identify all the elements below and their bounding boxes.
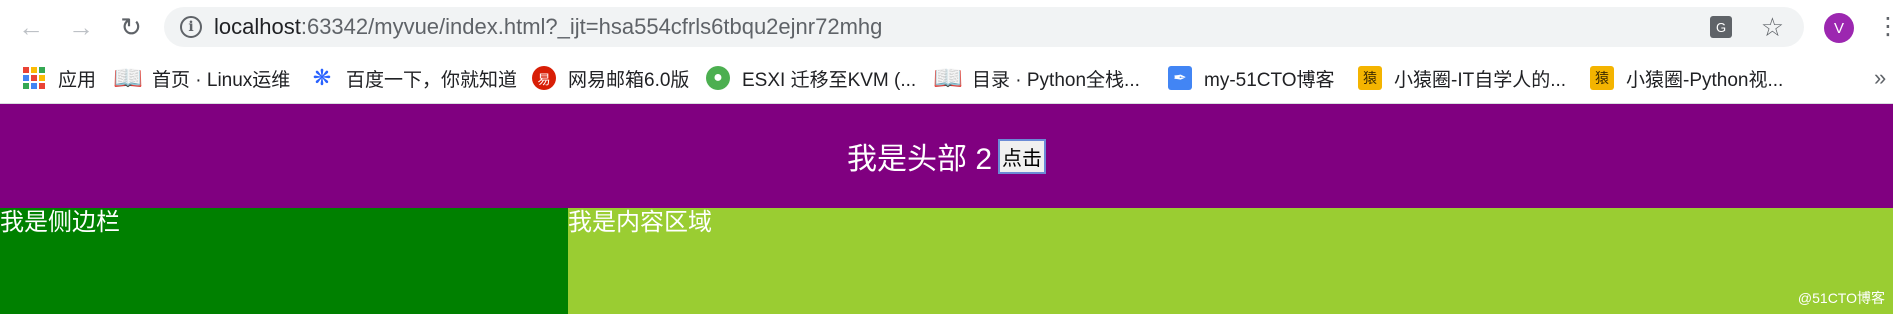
- more-bookmarks-icon[interactable]: »: [1874, 64, 1886, 92]
- back-arrow-icon[interactable]: ←: [14, 10, 48, 44]
- ape-icon: 猿: [1358, 66, 1382, 90]
- book-icon: 📖: [113, 64, 143, 92]
- bookmark-label: 应用: [58, 69, 97, 91]
- profile-avatar[interactable]: V: [1824, 13, 1854, 43]
- ape-icon: 猿: [1590, 66, 1614, 90]
- baidu-paw-icon: ❋: [312, 65, 332, 90]
- watermark: @51CTO博客: [1797, 290, 1885, 306]
- bookmark-label: 小猿圈-IT自学人的...: [1394, 69, 1567, 91]
- bookmark-label: 网易邮箱6.0版: [568, 69, 690, 91]
- bookmark-netease[interactable]: 易 网易邮箱6.0版: [532, 64, 689, 92]
- bookmark-label: 小猿圈-Python视...: [1626, 69, 1784, 91]
- apps-icon: [22, 66, 46, 90]
- book-icon: 📖: [933, 64, 963, 92]
- frog-icon: ●: [706, 66, 730, 90]
- bookmark-label: 百度一下，你就知道: [346, 69, 518, 91]
- reload-icon[interactable]: ↻: [114, 10, 148, 44]
- page-viewport: 我是头部 2 点击 我是侧边栏 我是内容区域 @51CTO博客: [0, 104, 1893, 314]
- netease-icon: 易: [532, 66, 556, 90]
- url-text[interactable]: localhost:63342/myvue/index.html?_ijt=hs…: [214, 7, 882, 47]
- header-title: 我是头部 2: [846, 143, 993, 176]
- info-icon[interactable]: i: [180, 16, 202, 38]
- bookmark-linux[interactable]: 📖 首页 · Linux运维: [113, 64, 291, 92]
- bookmark-ape-python[interactable]: 猿 小猿圈-Python视...: [1590, 64, 1783, 92]
- bookmark-label: my-51CTO博客: [1204, 69, 1335, 91]
- bookmark-51cto[interactable]: ✒ my-51CTO博客: [1168, 64, 1335, 92]
- bookmark-label: 目录 · Python全栈...: [972, 69, 1140, 91]
- sidebar-text: 我是侧边栏: [0, 209, 120, 236]
- bookmarks-bar: 应用 📖 首页 · Linux运维 ❋ 百度一下，你就知道 易 网易邮箱6.0版…: [0, 54, 1893, 104]
- menu-icon[interactable]: ⋮: [1876, 10, 1893, 44]
- content-text: 我是内容区域: [568, 209, 712, 236]
- bookmark-label: 首页 · Linux运维: [152, 69, 291, 91]
- address-bar[interactable]: i localhost:63342/myvue/index.html?_ijt=…: [164, 7, 1804, 47]
- page-header: 我是头部 2 点击: [0, 104, 1893, 208]
- bookmark-esxi[interactable]: ● ESXI 迁移至KVM (...: [706, 64, 916, 92]
- bookmark-star-icon[interactable]: ☆: [1761, 11, 1784, 43]
- url-host: localhost: [214, 14, 301, 39]
- bookmark-apps[interactable]: 应用: [22, 64, 96, 92]
- browser-toolbar: ← → ↻ i localhost:63342/myvue/index.html…: [0, 0, 1893, 54]
- translate-icon[interactable]: G: [1710, 16, 1732, 38]
- click-button[interactable]: 点击: [998, 138, 1047, 174]
- url-path: :63342/myvue/index.html?_ijt=hsa554cfrls…: [300, 14, 883, 39]
- bookmark-label: ESXI 迁移至KVM (...: [742, 69, 917, 91]
- bookmark-python[interactable]: 📖 目录 · Python全栈...: [933, 64, 1140, 92]
- content-area: 我是内容区域 @51CTO博客: [568, 208, 1893, 314]
- bookmark-ape-it[interactable]: 猿 小猿圈-IT自学人的...: [1358, 64, 1566, 92]
- bookmark-baidu[interactable]: ❋ 百度一下，你就知道: [310, 64, 517, 92]
- sidebar: 我是侧边栏: [0, 208, 568, 314]
- feather-icon: ✒: [1168, 66, 1192, 90]
- forward-arrow-icon[interactable]: →: [64, 10, 98, 44]
